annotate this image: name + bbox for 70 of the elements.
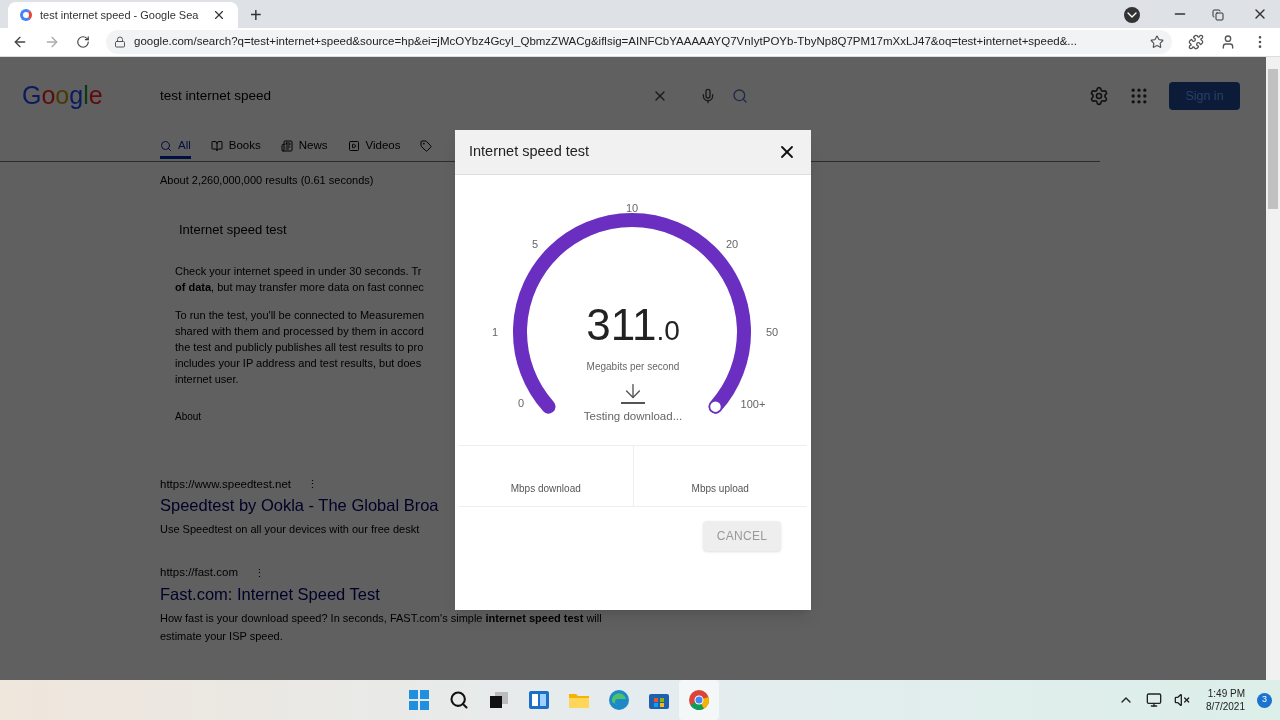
cancel-button[interactable]: CANCEL [703,521,781,551]
card-paragraph: To run the test, you'll be connected to Measuremen shared with them and processed by them in accord the test and publicly publishes all test results to pro includes your IP address and test results, but does internet user. [175,308,425,387]
search-field[interactable]: test internet speed [160,76,760,116]
close-icon[interactable] [212,8,226,22]
address-bar[interactable]: google.com/search?q=test+internet+speed&source=hp&ei=jMcOYbz4GcyI_QbmzZWACg&iflsig=AINFCbYAAAAAYQ7VnIytPOYb-TbyNp8Q7PM17mXxLJ47&oq=test+internet+speed&... [106,30,1172,54]
speed-value: 311.0 [586,303,680,347]
back-icon[interactable] [12,34,28,50]
more-options[interactable]: ⋮ [307,476,319,493]
search-tab[interactable]: All [160,135,191,159]
status-text: Testing download... [583,409,683,424]
gauge-knob [708,399,723,414]
search-tab[interactable]: News [280,135,328,159]
tab-search-icon[interactable] [1124,7,1140,23]
search-icon [160,139,172,152]
extensions-icon[interactable] [1188,34,1204,50]
tick-label: 1 [491,326,499,338]
network-icon[interactable] [1146,692,1163,708]
result-snippet: Use Speedtest on all your devices with our free deskt [160,522,420,538]
about-link[interactable]: About [175,409,202,424]
google-logo: Google [22,80,104,112]
book-icon [210,139,223,152]
search-tab[interactable]: Books [210,135,261,159]
taskbar-button[interactable] [679,680,720,720]
start-button[interactable] [409,690,430,710]
settings-icon[interactable] [1089,86,1109,106]
url-text: google.com/search?q=test+internet+speed&source=hp&ei=jMcOYbz4GcyI_QbmzZWACg&iflsig=AINFCbYAAAAAYQ7VnIytPOYb-TbyNp8Q7PM17mXxLJ47&oq=test+internet+speed&... [134,34,1077,50]
result-title[interactable]: Speedtest by Ookla - The Global Broa [160,493,439,518]
tick-label: 100+ [740,398,766,410]
result-title[interactable]: Fast.com: Internet Speed Test [160,581,380,606]
tab-title: test internet speed - Google Sea [40,7,200,23]
speed-unit: Megabits per second [586,360,680,374]
tick-label: 20 [725,238,739,250]
dialog-title: Internet speed test [469,142,591,162]
clock[interactable]: 1:49 PM 8/7/2021 [1206,687,1245,713]
search-tab[interactable]: Videos [347,135,401,159]
store-button[interactable] [649,691,670,709]
result-url[interactable]: https://fast.com [160,564,238,582]
notification-badge[interactable]: 3 [1257,692,1272,708]
stat-label: Mbps upload [691,482,749,496]
tag-icon [420,139,433,152]
result-stats: About 2,260,000,000 results (0.61 seconds) [160,173,374,188]
result-url[interactable]: https://www.speedtest.net [160,476,292,494]
browser-button[interactable] [609,690,630,710]
chrome-button[interactable] [689,690,710,710]
browser-tab[interactable]: test internet speed - Google Sea [8,2,238,28]
new-tab-button[interactable]: + [250,5,262,25]
newspaper-icon [280,139,293,152]
mute-icon[interactable] [1174,692,1191,708]
widgets-button[interactable] [529,691,550,709]
lock-icon [114,36,126,48]
scrollbar[interactable] [1266,57,1280,680]
google-favicon [20,9,32,21]
tick-label: 0 [517,397,525,409]
card-paragraph: Check your internet speed in under 30 seconds. Tr of data, but may transfer more data on fast connec [175,264,424,295]
tick-label: 10 [625,202,639,214]
restore-icon[interactable] [1212,9,1224,21]
star-icon[interactable] [1150,35,1164,49]
tick-label: 50 [765,326,779,338]
microphone-icon[interactable] [700,88,716,104]
task-view-button[interactable] [490,692,509,708]
result-snippet: How fast is your download speed? In seconds, FAST.com's simple internet speed test will estimate your ISP speed. [160,610,602,644]
profile-icon[interactable] [1220,34,1236,50]
card-title: Internet speed test [179,220,287,239]
tick-label: 5 [531,238,539,250]
search-button[interactable] [449,690,470,710]
reload-icon[interactable] [76,35,90,49]
apps-icon[interactable] [1129,86,1149,106]
stat-label: Mbps download [510,482,581,496]
play-icon [347,139,360,152]
more-options[interactable]: ⋮ [254,564,265,582]
